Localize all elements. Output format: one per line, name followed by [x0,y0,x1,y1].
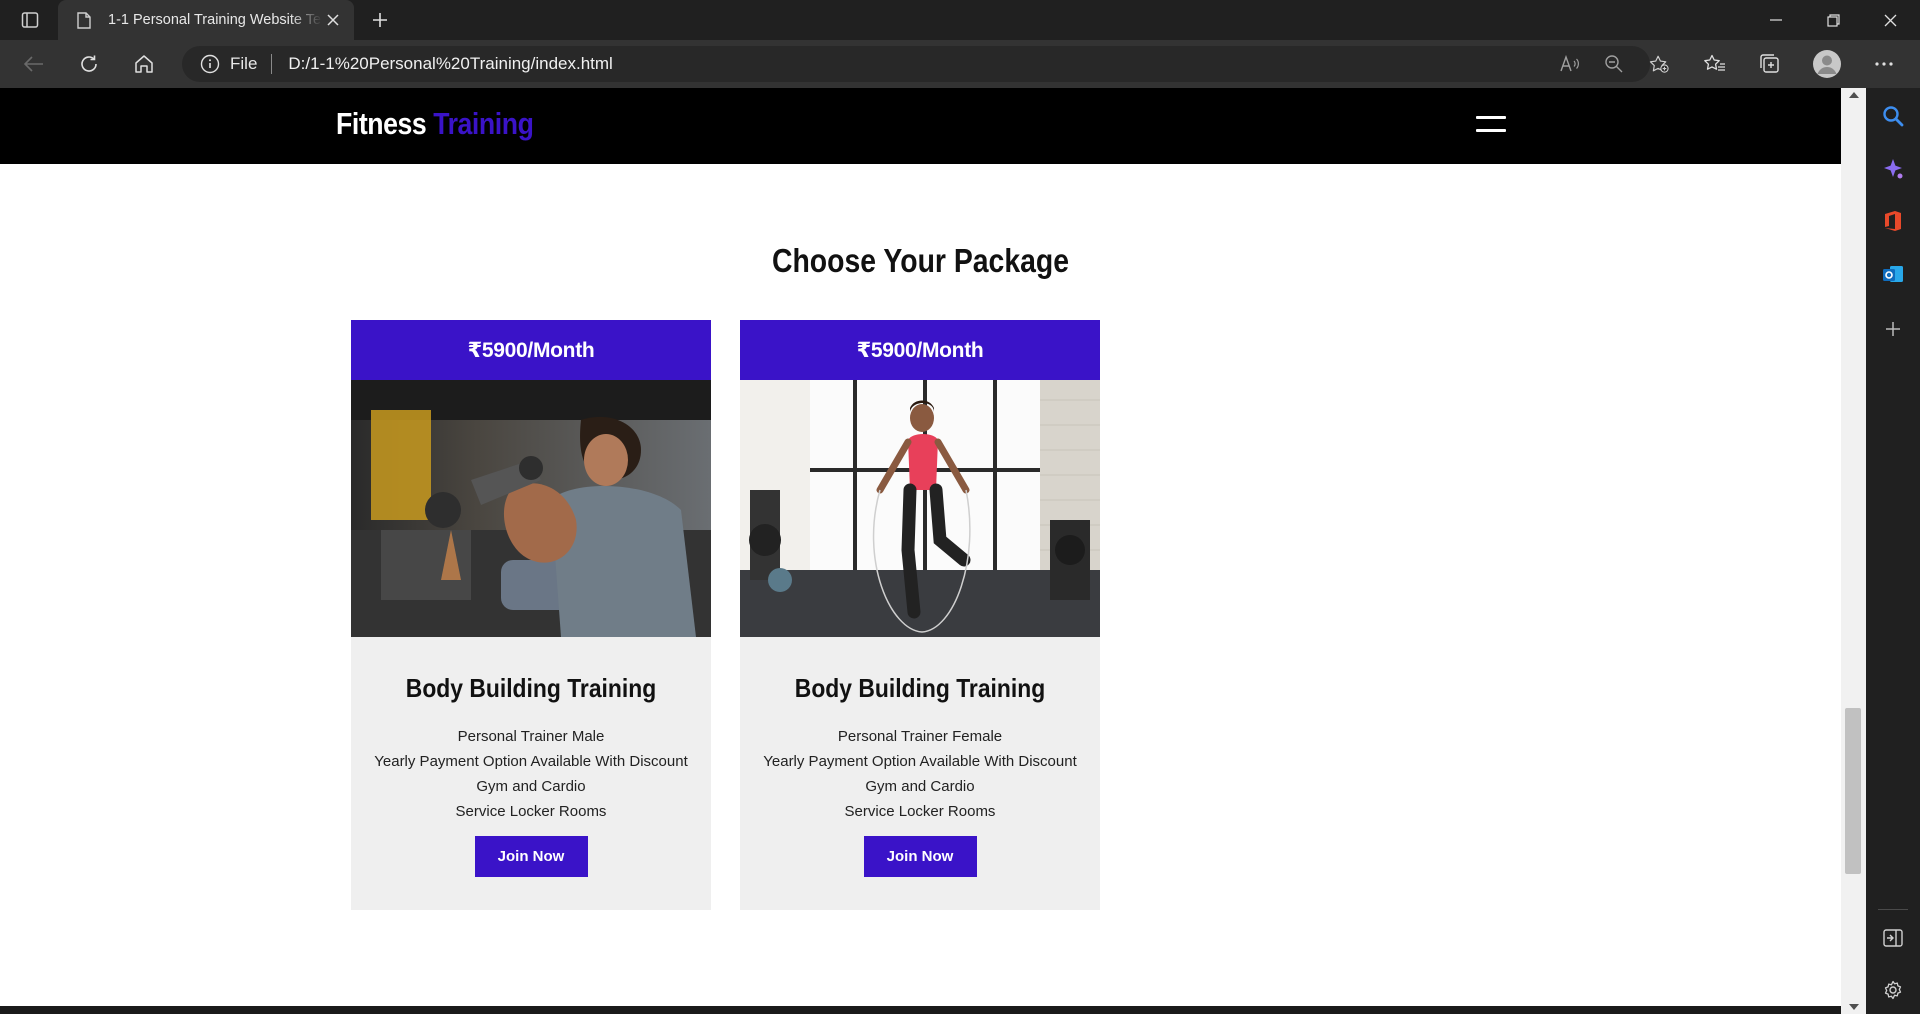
new-tab-button[interactable] [366,6,394,34]
package-price: ₹5900/Month [740,320,1100,380]
zoom-out-icon[interactable] [1604,54,1624,74]
address-bar[interactable]: File D:/1-1%20Personal%20Training/index.… [182,46,1669,82]
join-now-button[interactable]: Join Now [863,836,977,877]
browser-tab[interactable]: 1-1 Personal Training Website Template [58,0,354,40]
avatar-icon [1813,50,1841,78]
collections-button[interactable] [1754,48,1786,80]
restore-button[interactable] [1805,0,1861,40]
collections-icon [1760,54,1779,73]
package-name: Body Building Training [794,673,1046,703]
profile-button[interactable] [1811,48,1843,80]
close-icon [1884,14,1896,26]
site-header: Fitness Training [0,88,1841,164]
tab-actions-button[interactable] [14,6,46,34]
feature-item: Yearly Payment Option Available With Dis… [374,753,688,770]
feature-list: Personal Trainer Male Yearly Payment Opt… [351,724,711,824]
address-url[interactable]: D:/1-1%20Personal%20Training/index.html [288,54,612,74]
feature-list: Personal Trainer Female Yearly Payment O… [740,724,1100,824]
refresh-button[interactable] [73,48,105,80]
copilot-icon[interactable] [1881,157,1905,181]
section-title: Choose Your Package [771,242,1070,279]
browser-toolbar: File D:/1-1%20Personal%20Training/index.… [0,40,1920,88]
back-button[interactable] [18,48,50,80]
restore-icon [1826,13,1840,27]
feature-item: Personal Trainer Female [837,728,1003,745]
tab-actions-icon [21,12,39,28]
join-now-button[interactable]: Join Now [474,836,588,877]
minimize-icon [1770,19,1782,21]
close-window-button[interactable] [1862,0,1918,40]
package-name: Body Building Training [405,673,657,703]
page-scrollbar[interactable] [1841,88,1866,1014]
scroll-down-arrow-icon[interactable] [1849,1004,1859,1010]
favorites-button[interactable] [1699,48,1731,80]
back-arrow-icon [24,56,43,72]
more-icon [1875,62,1893,66]
trainer-photo-female [740,380,1100,637]
settings-icon[interactable] [1881,978,1905,1002]
hamburger-line [1476,129,1506,132]
scrollbar-thumb[interactable] [1845,708,1861,874]
sidebar-divider [1878,909,1908,910]
package-price: ₹5900/Month [351,320,711,380]
hamburger-line [1476,116,1506,119]
feature-item: Personal Trainer Male [457,728,605,745]
feature-item: Yearly Payment Option Available With Dis… [763,753,1077,770]
search-icon[interactable] [1881,104,1905,128]
plus-icon [373,13,387,27]
minimize-button[interactable] [1748,0,1804,40]
outlook-icon[interactable] [1881,262,1905,286]
footer-top-edge [0,1006,1841,1014]
address-divider [271,54,273,74]
sidebar-toggle-icon[interactable] [1881,926,1905,950]
feature-item: Gym and Cardio [476,778,586,795]
home-icon [135,55,153,73]
scroll-up-arrow-icon[interactable] [1849,92,1859,98]
home-button[interactable] [128,48,160,80]
read-aloud-icon[interactable] [1560,54,1580,74]
refresh-icon [81,55,97,72]
tab-title: 1-1 Personal Training Website Template [108,12,322,28]
address-scheme: File [230,54,258,73]
favorites-icon [1704,54,1725,71]
info-icon[interactable] [200,54,220,74]
add-icon[interactable] [1881,317,1905,341]
feature-item: Service Locker Rooms [844,803,996,820]
browser-sidebar [1866,88,1920,1014]
page-icon [74,10,94,30]
office-icon[interactable] [1881,209,1905,233]
logo-word-1: Fitness [336,106,427,141]
trainer-photo-male [351,380,711,637]
feature-item: Service Locker Rooms [455,803,607,820]
close-tab-icon[interactable] [322,9,344,31]
add-favorite-icon[interactable] [1649,54,1669,74]
site-logo[interactable]: Fitness Training [336,106,534,142]
browser-tab-bar: 1-1 Personal Training Website Template [0,0,1920,40]
package-card: ₹5900/Month Body Building Training Perso… [740,320,1100,910]
logo-word-2: Training [433,106,534,141]
package-card: ₹5900/Month Body Building Training Perso… [351,320,711,910]
hamburger-menu-icon[interactable] [1476,114,1506,134]
page-viewport: Fitness Training Choose Your Package ₹590… [0,88,1841,1014]
feature-item: Gym and Cardio [865,778,975,795]
settings-menu-button[interactable] [1868,48,1900,80]
